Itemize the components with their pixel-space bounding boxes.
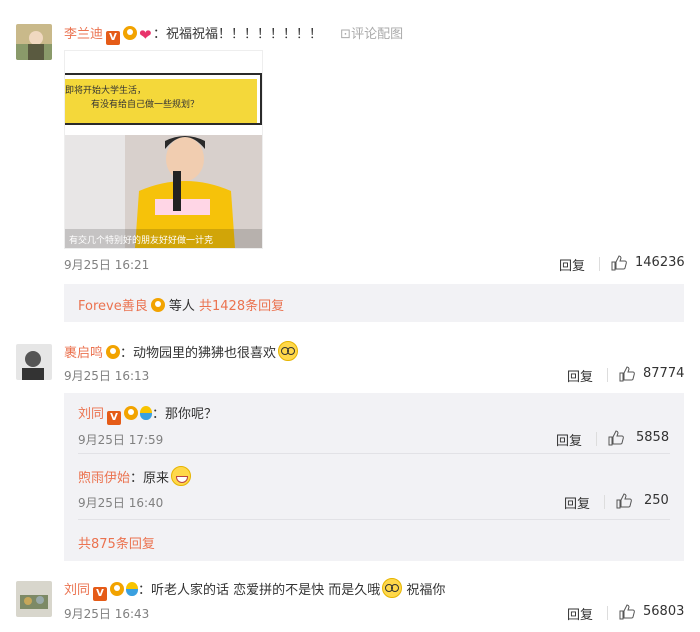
fan-badge-icon bbox=[150, 298, 165, 312]
reply-summary-middle: 等人 bbox=[168, 299, 195, 314]
divider bbox=[607, 606, 608, 620]
reply-button[interactable]: 回复 bbox=[564, 493, 590, 512]
like-count: 87774 bbox=[643, 366, 685, 381]
comment-text: ：动物园里的狒狒也很喜欢 bbox=[120, 346, 277, 361]
divider bbox=[599, 257, 600, 271]
avatar[interactable] bbox=[16, 581, 52, 617]
reply-button[interactable]: 回复 bbox=[567, 604, 593, 623]
like-count: 5858 bbox=[636, 430, 670, 445]
image-caption-line2: 有没有给自己做一些规划？ bbox=[91, 100, 200, 110]
reply-summary-name[interactable]: Foreve善良 bbox=[78, 299, 148, 314]
fan-badge-icon bbox=[110, 582, 125, 596]
thumbs-up-icon[interactable] bbox=[619, 366, 635, 382]
glasses-emoji-icon bbox=[278, 341, 299, 361]
more-replies-link[interactable]: 共875条回复 bbox=[78, 533, 155, 552]
replies-box: 刘同 V ：那你呢？ 9月25日 17:59 回复 5858 煦雨伊始：原来 9月2… bbox=[64, 393, 684, 561]
timestamp: 9月25日 16:43 bbox=[64, 607, 150, 621]
timestamp: 9月25日 16:13 bbox=[64, 369, 150, 383]
avatar[interactable] bbox=[16, 344, 52, 380]
reply-summary-count[interactable]: 共1428条回复 bbox=[199, 299, 284, 314]
vip-v-icon: V bbox=[106, 31, 121, 45]
image-subtitle: 有交几个特别好的朋友好好做一计克 bbox=[69, 236, 214, 246]
reply-summary[interactable]: Foreve善良 等人 共1428条回复 bbox=[64, 284, 684, 322]
comment-text-end: 祝福你 bbox=[406, 583, 446, 598]
comment-image[interactable]: 即将开始大学生活， 有没有给自己做一些规划？ 有交几个特别好的朋友好好做一计克 bbox=[64, 50, 263, 249]
like-count: 146236 bbox=[635, 255, 685, 270]
thumbs-up-icon[interactable] bbox=[616, 493, 632, 509]
username[interactable]: 李兰迪 bbox=[64, 27, 103, 42]
like-count: 250 bbox=[644, 493, 669, 508]
divider bbox=[607, 368, 608, 382]
heart-icon: ❤ bbox=[139, 26, 152, 44]
comment-text: ：祝福祝福！！！！！！！！ bbox=[153, 27, 323, 42]
comment-line: 裹启鸣 ：动物园里的狒狒也很喜欢 bbox=[64, 341, 299, 361]
fan-badge-icon bbox=[123, 26, 138, 40]
laugh-emoji-icon bbox=[171, 466, 192, 486]
pic-link[interactable]: 评论配图 bbox=[351, 27, 403, 42]
balloon-icon bbox=[126, 582, 139, 596]
username[interactable]: 裹启鸣 bbox=[64, 346, 103, 361]
picture-icon[interactable]: ⊡ bbox=[340, 27, 351, 42]
vip-v-icon: V bbox=[107, 411, 122, 425]
fan-badge-icon bbox=[124, 406, 139, 420]
reply-line: 煦雨伊始：原来 bbox=[78, 466, 192, 486]
divider bbox=[78, 453, 670, 454]
username[interactable]: 煦雨伊始 bbox=[78, 471, 130, 486]
username[interactable]: 刘同 bbox=[64, 583, 90, 598]
timestamp: 9月25日 17:59 bbox=[78, 433, 164, 447]
avatar[interactable] bbox=[16, 24, 52, 60]
reply-button[interactable]: 回复 bbox=[556, 430, 582, 449]
comment-text: ：听老人家的话 恋爱拼的不是快 而是久哦 bbox=[138, 583, 381, 598]
reply-button[interactable]: 回复 bbox=[559, 255, 585, 274]
thumbs-up-icon[interactable] bbox=[611, 255, 627, 271]
like-count: 56803 bbox=[643, 604, 685, 619]
timestamp: 9月25日 16:40 bbox=[78, 496, 164, 510]
reply-button[interactable]: 回复 bbox=[567, 366, 593, 385]
comment-line: 刘同 V ：听老人家的话 恋爱拼的不是快 而是久哦 祝福你 bbox=[64, 578, 445, 601]
vip-v-icon: V bbox=[93, 587, 108, 601]
divider bbox=[604, 495, 605, 509]
comment-line: 李兰迪 V ❤：祝福祝福！！！！！！！！ ⊡评论配图 bbox=[64, 23, 403, 45]
username[interactable]: 刘同 bbox=[78, 407, 104, 422]
balloon-icon bbox=[140, 406, 153, 420]
fan-badge-icon bbox=[106, 345, 121, 359]
image-caption-line1: 即将开始大学生活， bbox=[65, 86, 147, 96]
divider bbox=[78, 519, 670, 520]
reply-text: ：那你呢？ bbox=[152, 407, 218, 422]
thumbs-up-icon[interactable] bbox=[608, 430, 624, 446]
timestamp: 9月25日 16:21 bbox=[64, 258, 150, 272]
glasses-emoji-icon bbox=[382, 578, 403, 598]
reply-line: 刘同 V ：那你呢？ bbox=[78, 403, 217, 425]
reply-text: ：原来 bbox=[130, 471, 170, 486]
thumbs-up-icon[interactable] bbox=[619, 604, 635, 620]
divider bbox=[596, 432, 597, 446]
